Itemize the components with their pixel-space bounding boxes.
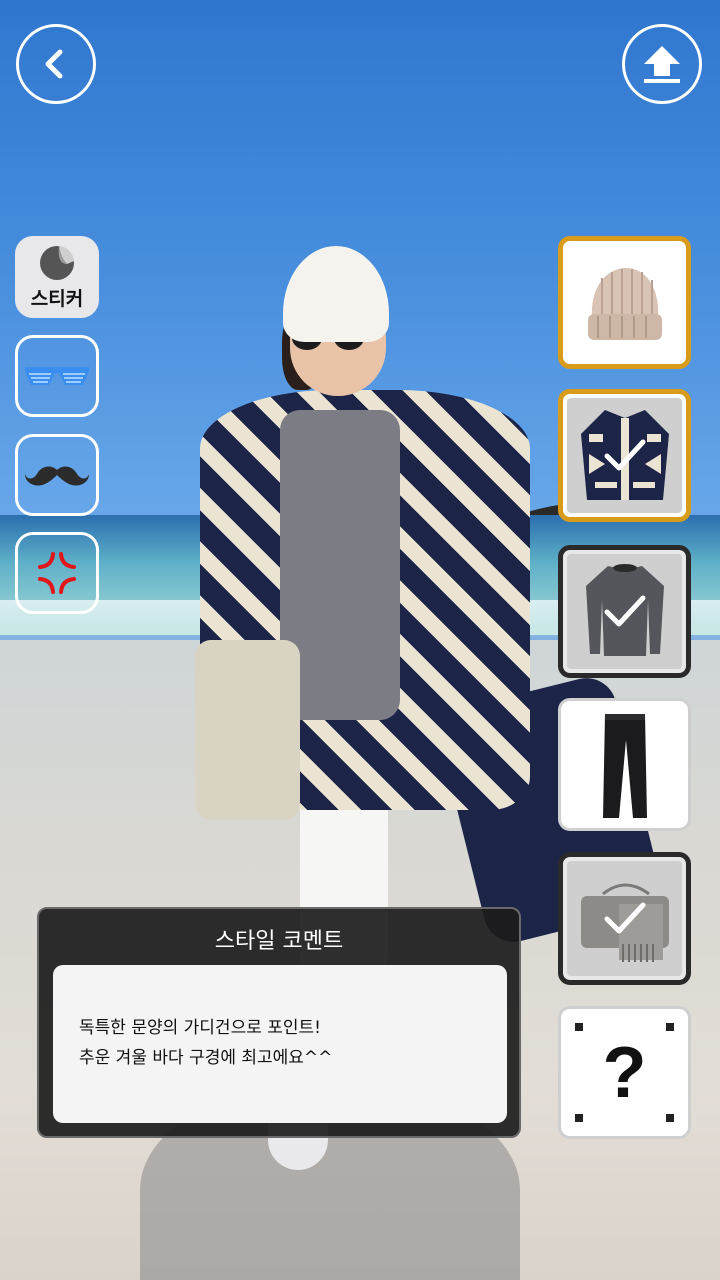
comment-body: 독특한 문양의 가디건으로 포인트! 추운 겨울 바다 구경에 최고에요^^	[53, 965, 507, 1123]
selected-check-icon	[563, 394, 686, 517]
mustache-sticker-button[interactable]	[15, 434, 99, 516]
item-jeans[interactable]	[558, 698, 691, 831]
handbag	[195, 640, 300, 820]
item-sweater[interactable]	[558, 545, 691, 678]
selected-check-icon	[563, 550, 686, 673]
back-button[interactable]	[16, 24, 96, 104]
glasses-sticker-button[interactable]	[15, 335, 99, 417]
upload-icon	[644, 46, 680, 83]
chevron-left-icon	[45, 49, 63, 79]
jeans-thumbnail	[602, 713, 647, 818]
beanie-worn	[283, 246, 389, 342]
sticker-label: 스티커	[30, 287, 84, 310]
selected-check-icon	[563, 857, 686, 980]
anger-mark-icon	[38, 552, 76, 594]
panel-title: 스타일 코멘트	[214, 929, 344, 954]
comment-line-2: 추운 겨울 바다 구경에 최고에요^^	[79, 1048, 333, 1068]
item-beanie[interactable]	[558, 236, 691, 369]
sticker-peel-icon	[40, 245, 74, 280]
question-mark-icon: ?	[602, 1032, 647, 1113]
style-comment-panel: 스타일 코멘트 독특한 문양의 가디건으로 포인트! 추운 겨울 바다 구경에 …	[37, 907, 521, 1138]
glasses-icon	[25, 367, 89, 385]
upload-button[interactable]	[622, 24, 702, 104]
sticker-button[interactable]: 스티커	[15, 236, 99, 318]
item-cardigan[interactable]	[558, 389, 691, 522]
mustache-icon	[25, 466, 89, 486]
beanie-thumbnail	[587, 267, 662, 340]
item-mystery[interactable]: ?	[558, 1006, 691, 1139]
comment-line-1: 독특한 문양의 가디건으로 포인트!	[79, 1018, 321, 1038]
item-bag[interactable]	[558, 852, 691, 985]
anger-sticker-button[interactable]	[15, 532, 99, 614]
